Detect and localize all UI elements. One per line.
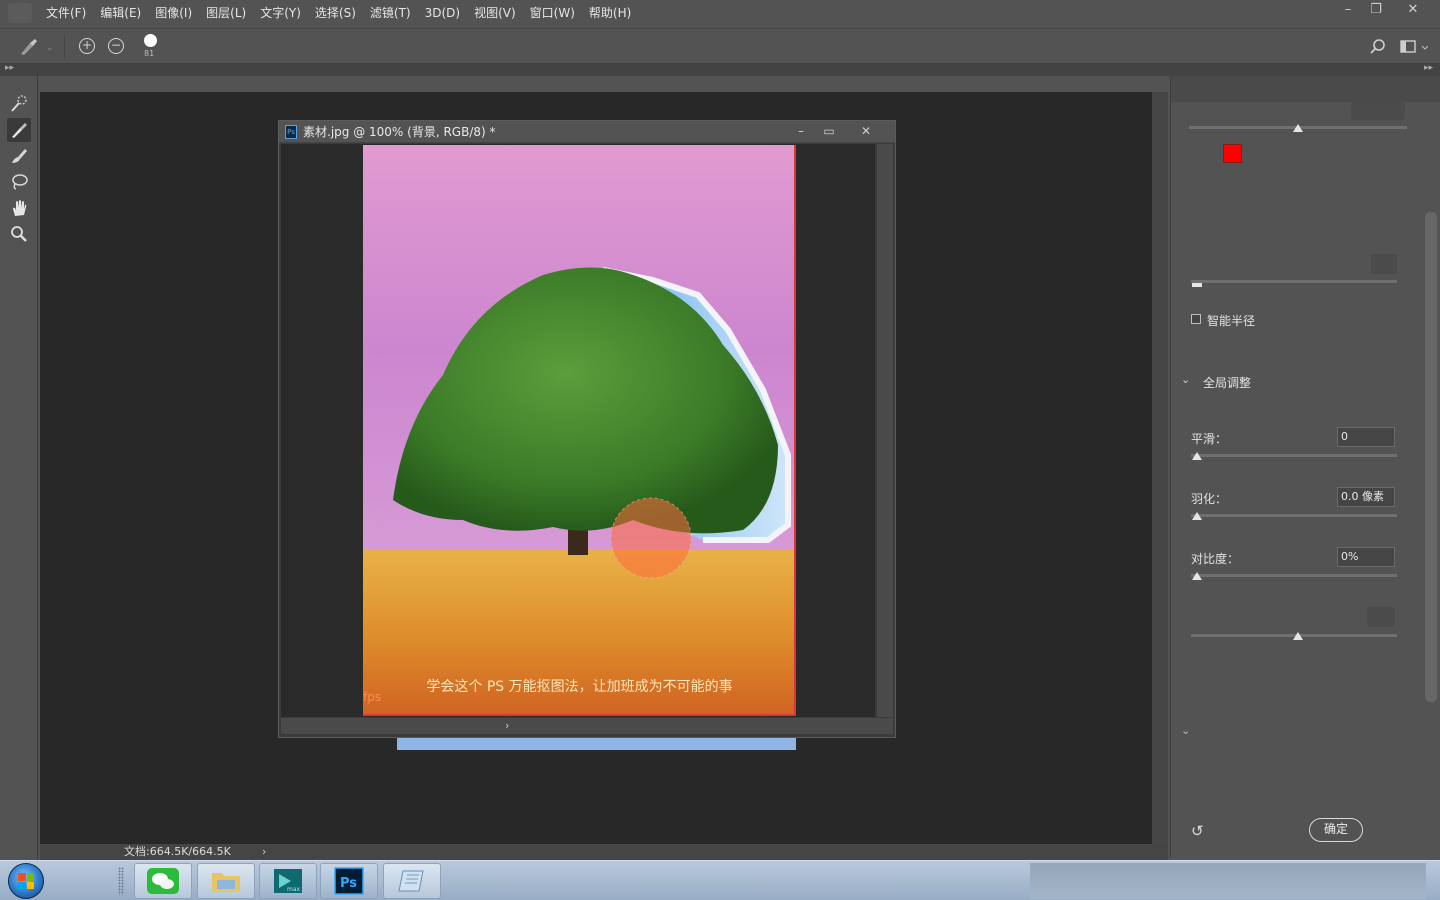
status-menu-chevron-icon[interactable]: › — [262, 844, 266, 860]
start-button[interactable] — [8, 863, 44, 899]
menu-filter[interactable]: 滤镜(T) — [370, 0, 411, 26]
subtract-from-selection-icon[interactable]: − — [108, 38, 124, 54]
notepad-taskbar-icon[interactable] — [383, 863, 441, 899]
add-to-selection-icon[interactable]: + — [79, 38, 95, 54]
smooth-slider[interactable] — [1191, 454, 1397, 457]
contrast-slider[interactable] — [1191, 574, 1397, 577]
reset-icon[interactable]: ↺ — [1191, 822, 1204, 840]
svg-text:max: max — [287, 886, 301, 893]
divider — [64, 35, 65, 59]
menu-select[interactable]: 选择(S) — [315, 0, 356, 26]
contrast-input[interactable]: 0% — [1337, 547, 1395, 567]
windows-logo-icon — [18, 873, 34, 889]
document-title: 素材.jpg @ 100% (背景, RGB/8) * — [303, 125, 496, 139]
windows-taskbar: max Ps — [0, 860, 1440, 900]
menu-view[interactable]: 视图(V) — [474, 0, 516, 26]
hand-tool-icon[interactable] — [7, 196, 31, 220]
lasso-tool-icon[interactable] — [7, 170, 31, 194]
svg-text:Ps: Ps — [340, 876, 357, 891]
doc-horizontal-scrollbar[interactable]: › — [281, 718, 893, 734]
photoshop-taskbar-icon[interactable]: Ps — [320, 863, 378, 899]
expand-panel-icon[interactable]: ▸▸ — [1424, 63, 1433, 73]
feather-slider[interactable] — [1191, 514, 1397, 517]
status-bar: 文档:664.5K/664.5K › — [40, 844, 1168, 860]
menu-window[interactable]: 窗口(W) — [530, 0, 575, 26]
smooth-label: 平滑： — [1191, 432, 1228, 446]
expand-toolbar-icon[interactable]: ▸▸ — [5, 63, 14, 73]
document-size-info[interactable]: 文档:664.5K/664.5K — [124, 844, 231, 860]
overlay-color-swatch[interactable] — [1223, 144, 1242, 163]
feather-slider-thumb[interactable] — [1192, 512, 1202, 520]
search-icon[interactable] — [1368, 37, 1388, 57]
main-menu: 文件(F) 编辑(E) 图像(I) 图层(L) 文字(Y) 选择(S) 滤镜(T… — [46, 0, 645, 26]
wechat-taskbar-icon[interactable] — [134, 863, 192, 899]
feather-label: 羽化： — [1191, 492, 1228, 506]
select-and-mask-panel: 智能半径 ⌄ 全局调整 平滑： 0 羽化： 0.0 像素 对比度： 0% ⌄ ↺… — [1170, 76, 1440, 858]
3ds-max-taskbar-icon[interactable]: max — [259, 863, 317, 899]
radius-field[interactable] — [1371, 254, 1397, 274]
tools-panel — [0, 76, 38, 860]
contrast-label: 对比度： — [1191, 552, 1240, 566]
workspace-icon[interactable] — [1398, 37, 1429, 57]
menu-help[interactable]: 帮助(H) — [589, 0, 631, 26]
menu-3d[interactable]: 3D(D) — [425, 0, 460, 26]
panel-strip: ▸▸ ▸▸ — [0, 63, 1440, 76]
brush-tool-icon[interactable] — [7, 144, 31, 168]
brush-size-value: 81 — [144, 49, 155, 58]
panel-header — [1171, 76, 1440, 102]
output-collapse-icon[interactable]: ⌄ — [1181, 724, 1190, 737]
zoom-tool-icon[interactable] — [7, 222, 31, 246]
file-explorer-taskbar-icon[interactable] — [197, 863, 255, 899]
ok-button[interactable]: 确定 — [1309, 818, 1363, 842]
document-title-bar[interactable]: Ps 素材.jpg @ 100% (背景, RGB/8) * – ▭ ✕ — [279, 121, 895, 143]
doc-minimize-button[interactable]: – — [789, 121, 813, 141]
menu-image[interactable]: 图像(I) — [155, 0, 192, 26]
menu-bar: 文件(F) 编辑(E) 图像(I) 图层(L) 文字(Y) 选择(S) 滤镜(T… — [0, 0, 1440, 26]
workspace-scrollbar[interactable] — [1152, 92, 1168, 844]
menu-edit[interactable]: 编辑(E) — [100, 0, 141, 26]
global-refinements-heading[interactable]: 全局调整 — [1203, 374, 1251, 391]
doc-close-button[interactable]: ✕ — [854, 121, 878, 141]
smart-radius-label: 智能半径 — [1207, 314, 1256, 328]
tool-preset-chevron-icon[interactable]: ⌄ — [46, 43, 54, 53]
radius-slider[interactable] — [1191, 280, 1397, 283]
watermark-text: fps — [363, 690, 382, 704]
panel-scrollbar[interactable] — [1425, 212, 1437, 702]
shift-edge-field[interactable] — [1367, 607, 1395, 627]
menu-file[interactable]: 文件(F) — [46, 0, 86, 26]
image-canvas[interactable]: 学会这个 PS 万能抠图法，让加班成为不可能的事 fps — [363, 145, 796, 716]
ps-file-icon: Ps — [285, 125, 297, 139]
scroll-right-icon[interactable]: › — [505, 718, 509, 734]
app-logo — [8, 3, 32, 23]
image-caption: 学会这个 PS 万能抠图法，让加班成为不可能的事 — [426, 679, 733, 695]
doc-maximize-button[interactable]: ▭ — [817, 121, 841, 141]
minimize-button[interactable]: – — [1333, 0, 1363, 22]
doc-vertical-scrollbar[interactable] — [877, 144, 893, 717]
restore-button[interactable]: ❐ — [1361, 0, 1391, 22]
shift-edge-slider-thumb[interactable] — [1293, 632, 1303, 640]
options-bar: ⌄ + − 81 — [0, 28, 1440, 64]
section-collapse-icon[interactable]: ⌄ — [1181, 373, 1190, 386]
smooth-input[interactable]: 0 — [1337, 427, 1395, 447]
close-button[interactable]: ✕ — [1398, 0, 1428, 22]
radius-slider-thumb[interactable] — [1192, 283, 1202, 287]
feather-input[interactable]: 0.0 像素 — [1337, 487, 1395, 507]
system-tray[interactable] — [1030, 863, 1426, 899]
refine-edge-brush-tool-icon[interactable] — [7, 118, 31, 142]
menu-layer[interactable]: 图层(L) — [206, 0, 246, 26]
brush-preview-icon[interactable] — [144, 34, 157, 47]
contrast-slider-thumb[interactable] — [1192, 572, 1202, 580]
menu-type[interactable]: 文字(Y) — [260, 0, 301, 26]
refine-brush-icon[interactable] — [18, 37, 38, 57]
quick-selection-tool-icon[interactable] — [7, 92, 31, 116]
panel-field-top[interactable] — [1351, 102, 1405, 120]
smart-radius-checkbox[interactable] — [1191, 314, 1201, 324]
smooth-slider-thumb[interactable] — [1192, 452, 1202, 460]
canvas-overflow-strip — [397, 738, 796, 750]
taskbar-grip — [118, 867, 124, 895]
opacity-slider-thumb[interactable] — [1293, 124, 1303, 132]
